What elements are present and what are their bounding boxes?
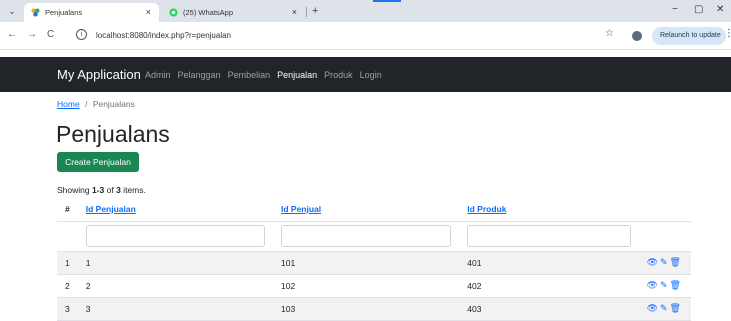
browser-tab-bar: ⌄ Penjualans × (25) WhatsApp × + − ▢ ✕ [0, 0, 731, 22]
grid-filter-row [57, 221, 691, 252]
tab-search-icon[interactable]: ⌄ [4, 4, 20, 18]
column-header-serial: # [57, 197, 78, 222]
tab-close-icon[interactable]: × [146, 3, 151, 22]
cell-id-penjual: 102 [273, 274, 460, 298]
site-info-icon[interactable]: i [76, 29, 87, 40]
forward-icon[interactable]: → [27, 28, 37, 42]
cell-actions: 👁 ✎ 🗑 [638, 297, 691, 321]
tab-whatsapp[interactable]: (25) WhatsApp × [162, 3, 305, 22]
back-icon[interactable]: ← [7, 28, 17, 42]
nav-link-pelanggan[interactable]: Pelanggan [178, 69, 221, 81]
filter-cell [459, 221, 639, 252]
summary-range: 1-3 [91, 185, 105, 195]
eye-icon[interactable]: 👁 [647, 303, 658, 314]
cell-id-penjual: 103 [273, 297, 460, 321]
url-input[interactable]: i localhost:8080/index.php?r=penjualan [72, 27, 632, 45]
sort-id-penjualan-link[interactable]: Id Penjualan [86, 204, 136, 214]
breadcrumb-current: Penjualans [92, 99, 135, 109]
bookmark-star-icon[interactable]: ☆ [605, 28, 614, 39]
address-bar: ← → C i localhost:8080/index.php?r=penju… [0, 22, 731, 50]
pencil-icon[interactable]: ✎ [660, 280, 668, 291]
tab-penjualans[interactable]: Penjualans × [24, 3, 159, 22]
cell-id-penjualan: 3 [77, 297, 273, 321]
brand-link[interactable]: My Application [57, 66, 141, 83]
tab-close-icon[interactable]: × [292, 3, 297, 22]
cell-id-penjualan: 1 [77, 251, 273, 275]
tab-separator [306, 7, 307, 17]
penjualan-grid: # Id Penjualan Id Penjual Id Produk 1 1 … [57, 197, 691, 321]
filter-id-penjual-input[interactable] [281, 225, 452, 247]
url-text: localhost:8080/index.php?r=penjualan [96, 31, 231, 40]
cell-serial: 3 [57, 297, 78, 321]
new-tab-icon[interactable]: + [312, 3, 318, 19]
maximize-icon[interactable]: ▢ [694, 3, 703, 17]
tab-progress-indicator [373, 0, 401, 2]
cell-id-penjual: 101 [273, 251, 460, 275]
cell-id-produk: 402 [459, 274, 639, 298]
pencil-icon[interactable]: ✎ [660, 303, 668, 314]
cell-id-produk: 403 [459, 297, 639, 321]
sort-id-produk-link[interactable]: Id Produk [467, 204, 506, 214]
profile-avatar-icon[interactable] [632, 31, 642, 41]
relaunch-button[interactable]: Relaunch to update [652, 27, 726, 45]
trash-icon[interactable]: 🗑 [670, 257, 681, 268]
nav-link-pembelian[interactable]: Pembelian [228, 69, 271, 81]
summary-suffix: items. [120, 185, 146, 195]
cell-serial: 1 [57, 251, 78, 275]
nav-link-produk[interactable]: Produk [324, 69, 353, 81]
table-row: 3 3 103 403 👁 ✎ 🗑 [57, 297, 691, 321]
tab-title: (25) WhatsApp [183, 8, 234, 17]
close-window-icon[interactable]: ✕ [716, 3, 724, 17]
trash-icon[interactable]: 🗑 [670, 280, 681, 291]
column-header-id-produk: Id Produk [459, 197, 639, 222]
tab-title: Penjualans [45, 8, 83, 17]
breadcrumb: Home / Penjualans [57, 98, 135, 110]
filter-id-penjualan-input[interactable] [85, 225, 265, 247]
filter-cell [77, 221, 273, 252]
page-title: Penjualans [56, 121, 170, 147]
column-header-actions [638, 197, 691, 222]
nav-link-penjualan[interactable]: Penjualan [277, 69, 317, 81]
filter-cell-empty [638, 221, 691, 252]
whatsapp-favicon-icon [169, 8, 178, 17]
summary-middle: of [104, 185, 117, 195]
filter-cell [273, 221, 460, 252]
filter-id-produk-input[interactable] [467, 225, 631, 247]
cell-actions: 👁 ✎ 🗑 [638, 274, 691, 298]
breadcrumb-separator: / [85, 99, 88, 109]
column-header-id-penjualan: Id Penjualan [77, 197, 273, 222]
eye-icon[interactable]: 👁 [647, 257, 658, 268]
table-row: 1 1 101 401 👁 ✎ 🗑 [57, 251, 691, 275]
trash-icon[interactable]: 🗑 [670, 303, 681, 314]
grid-summary: Showing 1-3 of 3 items. [57, 184, 146, 196]
create-penjualan-button[interactable]: Create Penjualan [57, 152, 139, 172]
eye-icon[interactable]: 👁 [647, 280, 658, 291]
sort-id-penjual-link[interactable]: Id Penjual [281, 204, 321, 214]
summary-prefix: Showing [57, 185, 92, 195]
app-navbar: My Application Admin Pelanggan Pembelian… [0, 57, 731, 92]
cell-actions: 👁 ✎ 🗑 [638, 251, 691, 275]
grid-header-row: # Id Penjualan Id Penjual Id Produk [57, 197, 691, 222]
cell-id-penjualan: 2 [77, 274, 273, 298]
minimize-icon[interactable]: − [672, 3, 678, 17]
cell-serial: 2 [57, 274, 78, 298]
breadcrumb-home-link[interactable]: Home [57, 99, 80, 109]
nav-links: Admin Pelanggan Pembelian Penjualan Prod… [145, 69, 382, 81]
nav-link-login[interactable]: Login [360, 69, 382, 81]
cell-id-produk: 401 [459, 251, 639, 275]
column-header-id-penjual: Id Penjual [273, 197, 460, 222]
reload-icon[interactable]: C [47, 28, 54, 42]
filter-cell-empty [57, 221, 78, 252]
yii-favicon-icon [31, 8, 40, 17]
browser-menu-icon[interactable]: ⋮ [724, 28, 731, 39]
table-row: 2 2 102 402 👁 ✎ 🗑 [57, 274, 691, 298]
nav-link-admin[interactable]: Admin [145, 69, 171, 81]
pencil-icon[interactable]: ✎ [660, 257, 668, 268]
